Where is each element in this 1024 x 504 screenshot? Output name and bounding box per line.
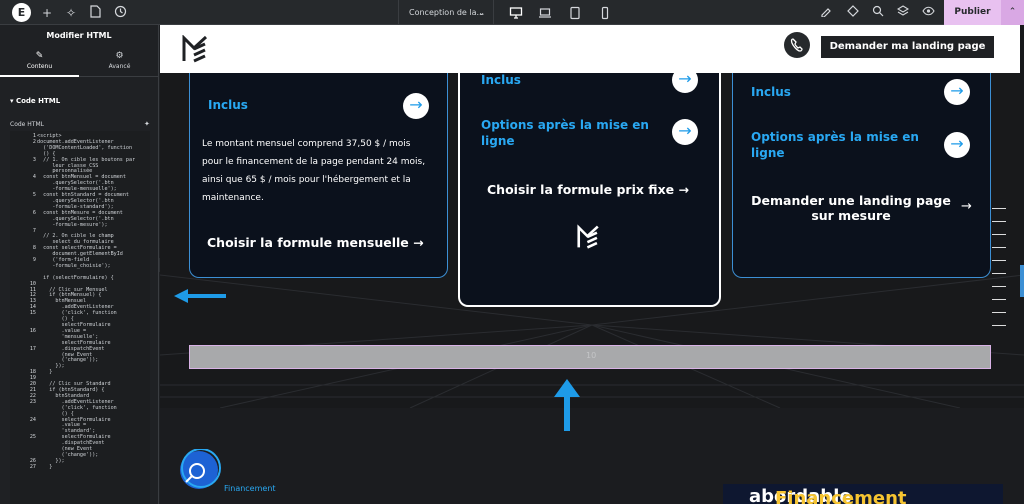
selected-html-widget[interactable]: 10 (189, 345, 991, 369)
site-logo[interactable] (182, 35, 212, 63)
document-title: Conception de la... (409, 8, 485, 17)
ai-sparkle-icon[interactable]: ✦ (144, 120, 150, 128)
tab-content-label: Contenu (26, 63, 53, 70)
publish-button[interactable]: Publier (944, 0, 1001, 25)
request-landing-page-button[interactable]: Demander ma landing page (821, 36, 994, 58)
spacer-handle-label: 10 (586, 351, 597, 360)
history-icon[interactable] (112, 5, 128, 21)
panel-tabs: ✎ Contenu ⚙ Avancé (0, 47, 158, 77)
sparkle-icon[interactable]: ✧ (63, 5, 79, 21)
arrow-right-icon[interactable]: → (403, 93, 429, 119)
card-row-included[interactable]: Inclus (208, 97, 248, 113)
annotation-arrow-up-icon (554, 379, 580, 431)
arrow-right-icon[interactable]: → (944, 79, 970, 105)
card-row-included[interactable]: Inclus (751, 84, 791, 100)
code-editor[interactable]: 1 2 3 4 5 6 7 8 9 10 11 12 13 14 15 16 1… (10, 131, 150, 504)
gear-icon: ⚙ (115, 51, 124, 61)
section-toggle-code-html[interactable]: ▾ Code HTML (10, 97, 60, 105)
editor-topbar: E + ✧ Conception de la... ⌄ Publier ⌃ (0, 0, 1024, 25)
arrow-right-icon[interactable]: → (944, 132, 970, 158)
phone-icon[interactable] (784, 32, 810, 58)
publish-options-chevron-icon[interactable]: ⌃ (1001, 0, 1024, 25)
elementor-logo[interactable]: E (12, 3, 31, 22)
panel-title: Modifier HTML (46, 31, 112, 40)
arrow-right-icon[interactable]: → (672, 119, 698, 145)
angie-icon[interactable] (845, 5, 861, 21)
tab-content[interactable]: ✎ Contenu (0, 51, 79, 77)
widget-settings-panel: Modifier HTML ✎ Contenu ⚙ Avancé ▾ Code … (0, 25, 159, 504)
financing-rocket-icon (180, 449, 221, 489)
pencil-icon: ✎ (35, 51, 44, 61)
annotation-arrow-left-icon (174, 289, 226, 303)
financing-heading-colored: Financement (775, 488, 907, 504)
preview-canvas: Demander ma landing page Inclus → Le mon… (160, 25, 1024, 504)
financing-heading-box: Financement abordable (723, 484, 1003, 504)
card-row-options[interactable]: Options après la mise en ligne (751, 129, 941, 161)
page-settings-icon[interactable] (87, 5, 103, 21)
brush-icon[interactable] (818, 5, 834, 21)
pricing-card-custom: Inclus → Options après la mise en ligne … (732, 73, 991, 278)
card-description: Le montant mensuel comprend 37,50 $ / mo… (202, 139, 426, 203)
laptop-view-icon[interactable] (538, 5, 552, 19)
section-title: Code HTML (15, 97, 61, 105)
add-icon[interactable]: + (39, 5, 55, 21)
card-logo (577, 224, 599, 249)
canvas-scroll-indicator[interactable] (1020, 265, 1024, 297)
site-header: Demander ma landing page (160, 25, 1020, 73)
side-dash-decoration (992, 208, 1006, 338)
desktop-view-icon[interactable] (509, 5, 523, 19)
document-selector[interactable]: Conception de la... ⌄ (398, 0, 494, 25)
preview-eye-icon[interactable] (920, 5, 936, 21)
card-row-options[interactable]: Options après la mise en ligne (481, 117, 671, 149)
tab-advanced[interactable]: ⚙ Avancé (80, 51, 159, 70)
card-row-included[interactable]: Inclus (481, 72, 521, 88)
code-field-label: Code HTML (10, 121, 44, 128)
arrow-right-icon[interactable]: → (961, 199, 972, 214)
layers-icon[interactable] (895, 5, 911, 21)
financing-heading: Financement abordable (749, 486, 907, 504)
line-numbers: 1 2 3 4 5 6 7 8 9 10 11 12 13 14 15 16 1… (29, 133, 36, 470)
tablet-view-icon[interactable] (568, 5, 582, 20)
financing-label: Financement (224, 484, 276, 493)
tab-advanced-label: Avancé (108, 63, 131, 70)
code-text[interactable]: <script> document.addEventListener ('DOM… (37, 133, 148, 471)
pricing-card-monthly: Inclus → Le montant mensuel comprend 37,… (189, 73, 448, 278)
arrow-right-icon[interactable]: → (672, 67, 698, 93)
search-icon[interactable] (870, 5, 886, 21)
request-custom-button[interactable]: Demander une landing page sur mesure (743, 193, 959, 223)
chevron-down-icon: ⌄ (478, 8, 485, 17)
choose-fixed-price-button[interactable]: Choisir la formule prix fixe → (487, 182, 689, 197)
mobile-view-icon[interactable] (598, 5, 612, 20)
choose-monthly-button[interactable]: Choisir la formule mensuelle → (207, 235, 424, 250)
pricing-card-fixed: Inclus → Options après la mise en ligne … (458, 67, 721, 307)
